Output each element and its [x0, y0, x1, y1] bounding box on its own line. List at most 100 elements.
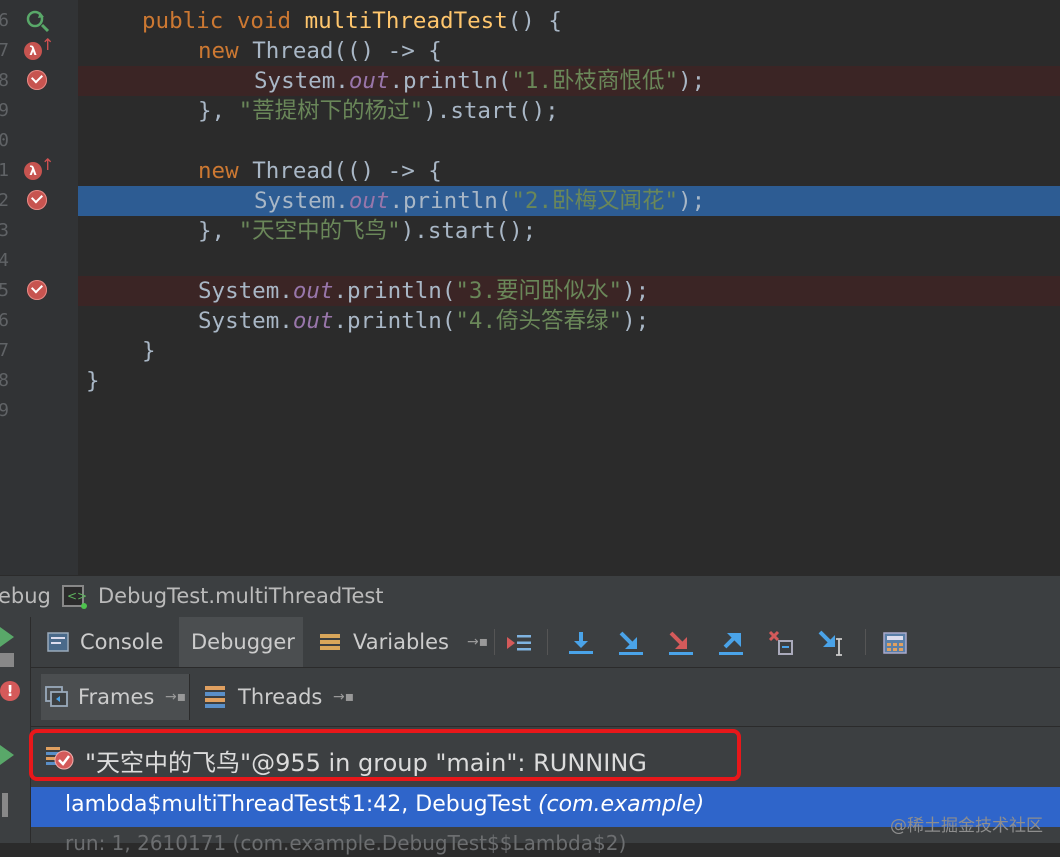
frame-label: run: 1, 2610171 (com.example.DebugTest$$…: [65, 831, 627, 855]
code-token: },: [198, 218, 239, 244]
tab-debugger[interactable]: Debugger: [179, 617, 303, 667]
code-line[interactable]: }: [86, 366, 100, 396]
code-token: out: [292, 308, 334, 334]
resume-icon[interactable]: [0, 745, 14, 765]
code-token: );: [678, 68, 706, 94]
breakpoint-icon[interactable]: [27, 190, 47, 210]
frame-method: lambda$multiThreadTest$1:42, DebugTest: [65, 792, 538, 817]
code-line[interactable]: new Thread(() -> {: [198, 36, 442, 66]
code-token: Thread(() -> {: [252, 38, 442, 64]
code-line[interactable]: public void multiThreadTest() {: [142, 6, 562, 36]
code-token: out: [348, 68, 390, 94]
evaluate-expression-icon[interactable]: [881, 629, 909, 657]
pin-icon[interactable]: →▪: [333, 674, 354, 720]
stop-icon[interactable]: [0, 653, 14, 667]
code-token: }: [142, 338, 156, 364]
line-number: 7: [0, 340, 9, 361]
tab-console-label: Console: [80, 630, 164, 654]
toolbar-separator: [494, 629, 495, 655]
code-token: "2.卧梅又闻花": [511, 188, 679, 214]
line-number: 8: [0, 370, 9, 391]
code-line[interactable]: }, "菩提树下的杨过").start();: [198, 96, 559, 126]
tab-variables[interactable]: Variables →▪: [307, 617, 497, 667]
frames-icon: [45, 686, 68, 707]
code-token: System.: [254, 68, 349, 94]
console-icon: [47, 632, 69, 652]
view-breakpoints-icon[interactable]: !: [0, 681, 20, 701]
lambda-breakpoint-icon[interactable]: λ ↑: [24, 35, 54, 62]
line-number: 3: [0, 220, 9, 241]
line-number: 6: [0, 310, 9, 331]
variables-icon: [320, 634, 340, 650]
step-out-icon[interactable]: [717, 629, 745, 657]
code-token: () {: [507, 8, 562, 34]
code-token: "天空中的飞鸟": [238, 218, 401, 244]
drop-frame-icon[interactable]: [767, 629, 795, 657]
code-line[interactable]: System.out.println("3.要问卧似水");: [198, 276, 649, 306]
code-token: ).start();: [423, 98, 559, 124]
pause-icon[interactable]: [2, 793, 8, 817]
code-token: "3.要问卧似水": [455, 278, 623, 304]
code-line[interactable]: System.out.println("2.卧梅又闻花");: [254, 186, 705, 216]
tab-frames-label: Frames: [78, 685, 155, 709]
code-token: out: [292, 278, 334, 304]
code-token: new: [198, 158, 253, 184]
tab-threads-label: Threads: [238, 685, 323, 709]
run-config-tab[interactable]: DebugTest.multiThreadTest: [98, 584, 384, 608]
code-token: void: [236, 8, 305, 34]
pin-icon[interactable]: →▪: [165, 674, 186, 720]
line-number: 4: [0, 250, 9, 271]
toolbar-separator: [547, 629, 548, 655]
tab-debugger-label: Debugger: [191, 630, 295, 654]
code-token: multiThreadTest: [304, 8, 508, 34]
code-token: public: [142, 8, 237, 34]
watermark: @稀土掘金技术社区: [890, 816, 1043, 836]
code-token: }: [86, 368, 100, 394]
code-token: );: [678, 188, 706, 214]
debug-title: ebug: [0, 584, 51, 608]
run-to-cursor-icon[interactable]: [817, 629, 845, 657]
code-line[interactable]: System.out.println("4.倚头答春绿");: [198, 306, 649, 336]
frame-label: lambda$multiThreadTest$1:42, DebugTest (…: [65, 792, 704, 817]
lambda-breakpoint-icon[interactable]: λ ↑: [24, 155, 54, 182]
debug-title-bar: ebug <> DebugTest.multiThreadTest: [0, 575, 1060, 618]
code-token: "1.卧枝商恨低": [511, 68, 679, 94]
line-number: 9: [0, 400, 9, 421]
code-line[interactable]: System.out.println("1.卧枝商恨低");: [254, 66, 705, 96]
code-token: System.: [198, 308, 293, 334]
force-step-into-icon[interactable]: [667, 629, 695, 657]
tab-threads[interactable]: Threads →▪: [193, 674, 361, 720]
code-token: .println(: [389, 68, 512, 94]
code-token: .println(: [333, 308, 456, 334]
toolbar-separator: [865, 629, 866, 655]
code-line[interactable]: }, "天空中的飞鸟").start();: [198, 216, 536, 246]
breakpoint-icon[interactable]: [27, 280, 47, 300]
breakpoint-icon[interactable]: [27, 70, 47, 90]
code-token: ).start();: [400, 218, 537, 244]
tab-frames[interactable]: Frames →▪: [41, 674, 190, 720]
show-execution-point-icon[interactable]: [505, 629, 533, 657]
step-into-icon[interactable]: [617, 629, 645, 657]
code-line[interactable]: }: [142, 336, 156, 366]
reload-icon[interactable]: [24, 8, 50, 34]
code-editor[interactable]: 6 7 8 9 0 1 2 3 4 5 6 7 8 9 λ ↑ λ ↑ public…: [0, 0, 1060, 575]
code-token: "菩提树下的杨过": [238, 98, 424, 124]
line-number: 8: [0, 70, 9, 91]
tab-console[interactable]: Console: [39, 617, 179, 667]
debugger-subtabs: Frames →▪ Threads →▪: [31, 668, 1060, 727]
code-token: new: [198, 38, 253, 64]
code-token: System.: [198, 278, 293, 304]
line-number: 9: [0, 100, 9, 121]
code-token: .println(: [389, 188, 512, 214]
debug-side-toolbar: !: [0, 617, 31, 843]
editor-gutter[interactable]: 6 7 8 9 0 1 2 3 4 5 6 7 8 9 λ ↑ λ ↑: [0, 0, 78, 575]
line-number: 2: [0, 190, 9, 211]
step-over-icon[interactable]: [567, 629, 595, 657]
code-token: System.: [254, 188, 349, 214]
line-number: 0: [0, 130, 9, 151]
code-line[interactable]: new Thread(() -> {: [198, 156, 442, 186]
rerun-icon[interactable]: [0, 627, 14, 647]
code-token: .println(: [333, 278, 456, 304]
pin-icon[interactable]: →▪: [467, 617, 488, 667]
debugger-toolbar: Console Debugger Variables →▪: [31, 617, 1060, 668]
